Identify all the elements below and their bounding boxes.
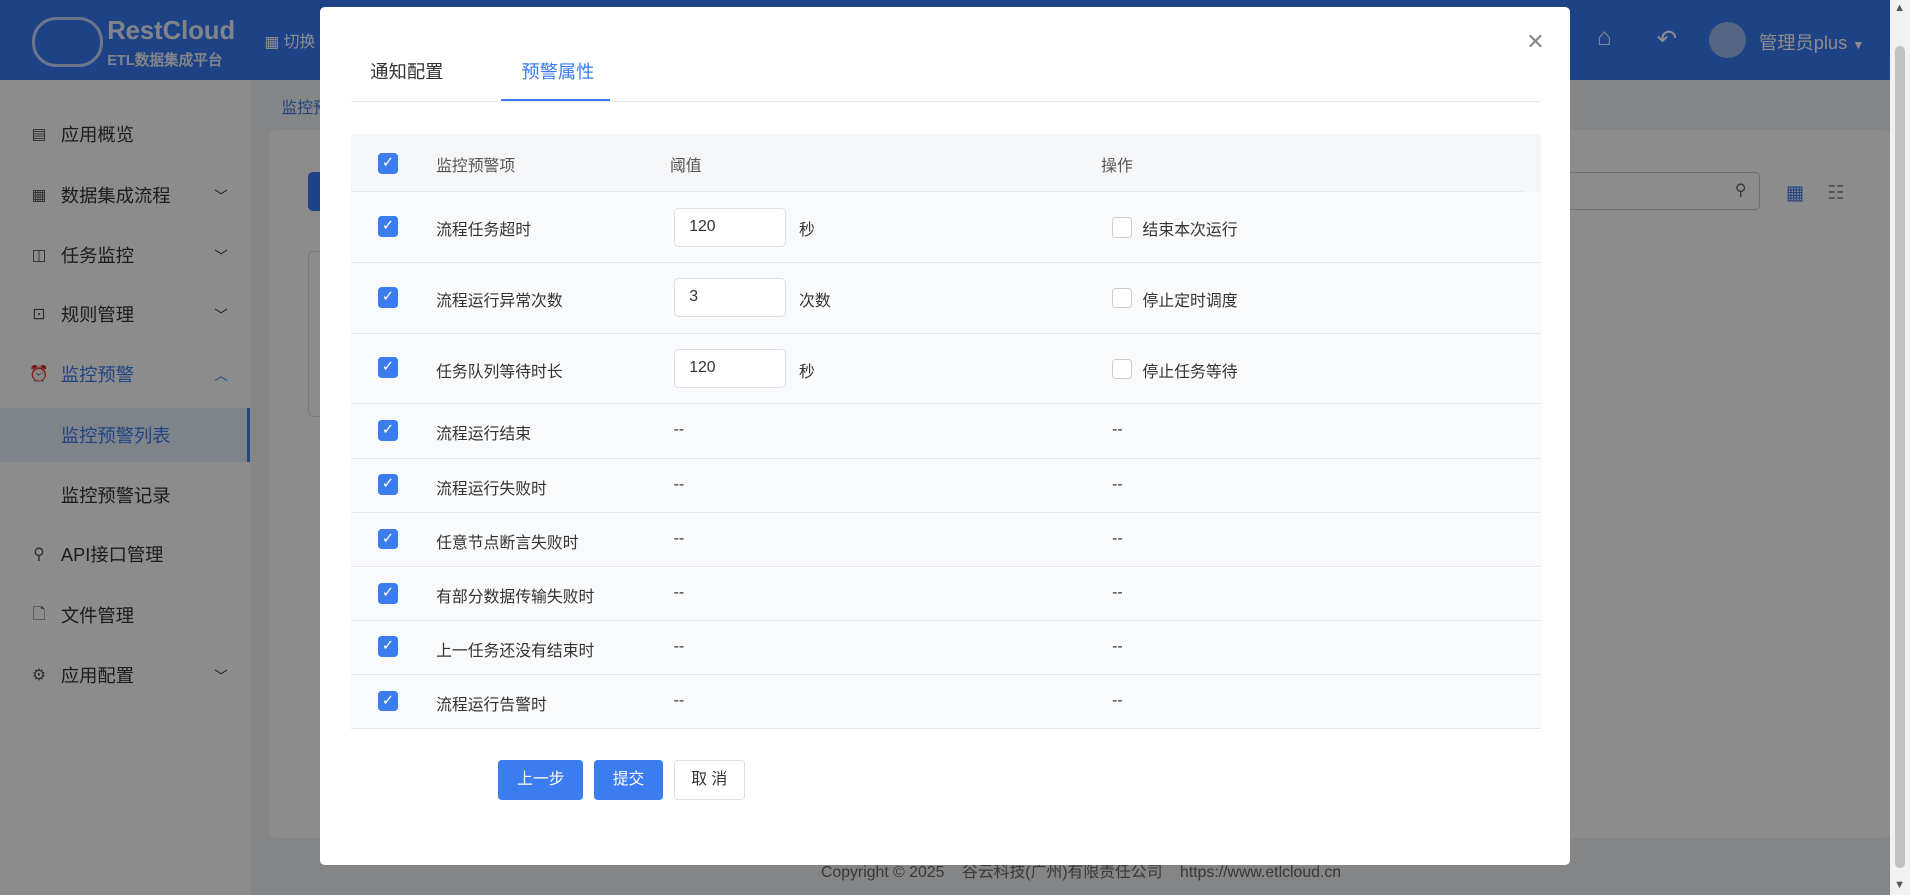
scrollbar-thumb[interactable]	[1895, 46, 1906, 869]
alert-item-name: 流程运行结束	[436, 426, 532, 444]
alert-item-name: 流程运行告警时	[436, 696, 547, 714]
cancel-button[interactable]: 取 消	[673, 760, 746, 800]
action-value: --	[1112, 475, 1123, 493]
action-value: --	[1112, 691, 1123, 709]
table-row: ✓ 流程运行告警时 -- --	[350, 674, 1541, 730]
threshold-value: --	[673, 691, 685, 709]
select-all-checkbox[interactable]: ✓	[377, 153, 399, 175]
alert-item-name: 上一任务还没有结束时	[436, 642, 595, 660]
alert-item-name: 任意节点断言失败时	[436, 534, 579, 552]
alert-item-name: 流程运行异常次数	[436, 293, 563, 311]
row-checkbox[interactable]: ✓	[377, 636, 399, 658]
action-checkbox[interactable]	[1112, 288, 1133, 309]
scroll-down-icon[interactable]: ▼	[1894, 879, 1905, 891]
table-row: ✓ 流程运行结束 -- --	[350, 404, 1541, 459]
threshold-value: --	[673, 421, 685, 439]
table-row: ✓ 上一任务还没有结束时 -- --	[350, 621, 1541, 675]
threshold-unit: 次数	[799, 293, 831, 311]
threshold-input[interactable]: 120	[673, 207, 786, 247]
action-label: 结束本次运行	[1142, 222, 1238, 240]
alert-settings-dialog: ✕ 通知配置 预警属性 ✓ 监控预警项 阈值 操作 ✓ 流程任务超时 120 秒 …	[320, 7, 1571, 865]
scrollbar[interactable]: ▲ ▼	[1890, 0, 1910, 895]
alert-item-name: 流程任务超时	[436, 222, 532, 240]
col-header-item: 监控预警项	[436, 158, 516, 176]
row-checkbox[interactable]: ✓	[377, 286, 399, 308]
threshold-input[interactable]: 3	[673, 278, 786, 318]
row-checkbox[interactable]: ✓	[377, 690, 399, 712]
action-label: 停止定时调度	[1142, 293, 1238, 311]
col-header-threshold: 阈值	[669, 158, 702, 176]
row-checkbox[interactable]: ✓	[377, 357, 399, 379]
close-icon[interactable]: ✕	[1526, 29, 1544, 55]
action-checkbox[interactable]	[1112, 358, 1133, 379]
table-header: ✓ 监控预警项 阈值 操作	[350, 133, 1541, 193]
threshold-unit: 秒	[799, 222, 815, 240]
action-value: --	[1112, 584, 1123, 602]
table-row: ✓ 任务队列等待时长 120 秒 停止任务等待	[350, 333, 1541, 405]
tab-alert-properties[interactable]: 预警属性	[521, 58, 594, 102]
table-row: ✓ 流程运行异常次数 3 次数 停止定时调度	[350, 263, 1541, 334]
row-checkbox[interactable]: ✓	[377, 420, 399, 441]
row-checkbox[interactable]: ✓	[377, 528, 399, 550]
row-checkbox[interactable]: ✓	[377, 474, 399, 496]
action-value: --	[1112, 529, 1123, 547]
alert-item-name: 有部分数据传输失败时	[436, 589, 595, 607]
threshold-input[interactable]: 120	[673, 348, 786, 388]
threshold-value: --	[673, 529, 685, 547]
action-checkbox[interactable]	[1112, 217, 1133, 238]
col-header-action: 操作	[1101, 158, 1133, 176]
app-root: RestCloud ETL数据集成平台 ▦ 切换 ⌂ ↶ 管理员plus ▼ ▤…	[0, 0, 1910, 895]
submit-button[interactable]: 提交	[594, 760, 663, 801]
table-row: ✓ 有部分数据传输失败时 -- --	[350, 567, 1541, 621]
threshold-value: --	[673, 475, 685, 493]
action-label: 停止任务等待	[1142, 363, 1238, 381]
tab-notification-config[interactable]: 通知配置	[370, 58, 443, 102]
tab-divider	[350, 101, 1541, 103]
threshold-value: --	[673, 637, 685, 655]
active-tab-indicator	[500, 98, 611, 102]
action-value: --	[1112, 637, 1123, 655]
threshold-value: --	[673, 584, 685, 602]
table-row: ✓ 流程运行失败时 -- --	[350, 459, 1541, 513]
table-row: ✓ 任意节点断言失败时 -- --	[350, 512, 1541, 568]
scroll-up-icon[interactable]: ▲	[1894, 2, 1905, 14]
prev-step-button[interactable]: 上一步	[498, 760, 584, 801]
row-checkbox[interactable]: ✓	[377, 216, 399, 237]
threshold-unit: 秒	[799, 363, 815, 381]
alert-item-name: 任务队列等待时长	[436, 363, 563, 381]
alert-item-name: 流程运行失败时	[436, 480, 547, 498]
row-checkbox[interactable]: ✓	[377, 582, 399, 604]
table-row: ✓ 流程任务超时 120 秒 结束本次运行	[350, 192, 1541, 263]
action-value: --	[1112, 421, 1123, 439]
